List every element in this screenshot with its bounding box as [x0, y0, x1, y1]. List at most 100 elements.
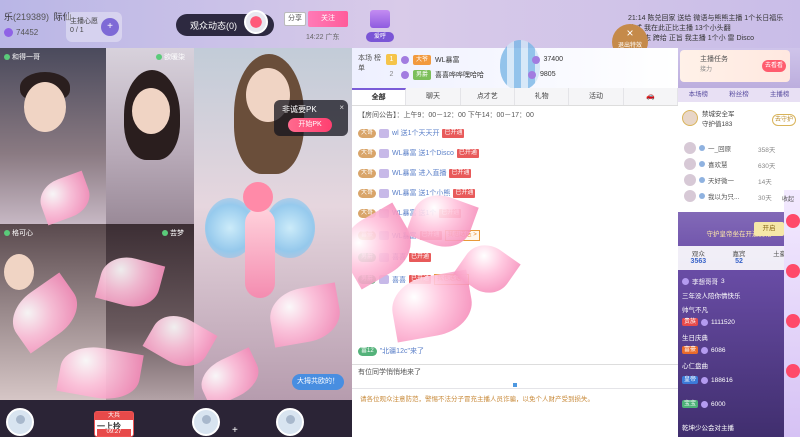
coin-icon [531, 55, 540, 64]
camera-icon [244, 10, 268, 34]
start-pk-button[interactable]: 开始PK [288, 118, 332, 132]
host-task-card[interactable]: 主播任务 接力 去看看 [680, 50, 790, 82]
tab-vehicle[interactable]: 🚗 [624, 88, 678, 105]
mic-icon [4, 54, 10, 60]
room-title: 乐(219389) 际仙 [4, 10, 72, 23]
lily-effect [453, 235, 521, 303]
medal-icon [379, 275, 390, 284]
send-too-link[interactable]: 我也送送 > [434, 274, 470, 285]
face-shape [132, 88, 170, 134]
audience-stats: 观众 3563 嘉宾 52 土豪 [678, 246, 800, 270]
audience-row[interactable]: 帅气不凡 [682, 304, 708, 314]
tab-all[interactable]: 全部 [352, 88, 407, 105]
send-too-link[interactable]: 我也送送 > [444, 230, 480, 241]
start-button[interactable]: 开启 [754, 222, 784, 236]
audience-row[interactable]: 富豪 6086 [682, 346, 725, 354]
fairy-gift-effect [205, 168, 315, 338]
chat-panel: 本场 榜单 1 大爷 WL暴富 37400 2 男爵 喜喜哗哗嘿哈哈 9805 … [352, 40, 678, 437]
resize-handle[interactable] [513, 383, 517, 387]
guardian-row[interactable]: 我以为只... [684, 190, 739, 202]
follow-button[interactable]: 关注 [308, 11, 348, 27]
chat-message: 富豪 WL暴富 已开通 我也送送 > [358, 230, 480, 241]
guard-level-icon [699, 145, 705, 151]
coin-icon [701, 376, 709, 384]
tab-host-rank[interactable]: 主播榜 [770, 88, 790, 102]
chat-messages[interactable]: 【房间公告】：上午9：00－12：00 下午14：00－17：00 大哥 wl 送… [352, 106, 678, 378]
add-wish-button[interactable]: + [101, 18, 119, 36]
avatar [684, 174, 696, 186]
seat-avatar[interactable] [6, 408, 34, 436]
red-packet-icon[interactable] [786, 364, 800, 378]
tab-gifts[interactable]: 礼物 [515, 88, 570, 105]
tab-chat[interactable]: 聊天 [406, 88, 461, 105]
collapse-side-button[interactable]: 收起 [782, 194, 794, 203]
tab-talent[interactable]: 点才艺 [461, 88, 515, 105]
seat-avatar[interactable] [276, 408, 304, 436]
audience-tab[interactable]: 观众 3563 [678, 246, 719, 270]
gift-countdown-card[interactable]: 大兵 一上拎 09:27 [94, 411, 134, 437]
medal-icon [379, 208, 390, 218]
audience-row[interactable]: 生日庆典 [682, 332, 708, 342]
user-icon [401, 70, 409, 79]
guardian-row[interactable]: 天好微一 [684, 174, 734, 186]
guardian-row[interactable]: 一_回原 [684, 142, 731, 154]
audience-row[interactable]: 贵族 1111520 [682, 318, 735, 326]
video-cell-2[interactable]: 欲暖柒 [106, 48, 194, 224]
avatar [684, 190, 696, 202]
audience-row[interactable]: 皇帝 188616 [682, 376, 733, 384]
red-packet-icon[interactable] [786, 214, 800, 228]
audience-row[interactable]: 心仁盘曲 [682, 360, 708, 370]
ranking-row[interactable]: 2 男爵 喜喜哗哗嘿哈哈 9805 [386, 69, 556, 80]
coin-icon [528, 70, 537, 79]
guardian-row[interactable]: 喜欢慧 [684, 158, 728, 170]
guardian-header: 禁城安全军 守护值183 [682, 108, 735, 128]
video-cell-label: 格可心 [4, 228, 33, 238]
avatar [682, 110, 698, 126]
room-announcement: 【房间公告】：上午9：00－12：00 下午14：00－17：00 [358, 112, 534, 119]
tab-fans-rank[interactable]: 粉丝榜 [729, 88, 749, 102]
pk-close-icon[interactable]: × [339, 103, 344, 112]
tab-session-rank[interactable]: 本场榜 [689, 88, 709, 102]
medal-icon [379, 231, 390, 240]
medal-icon [379, 128, 390, 138]
audience-row[interactable]: 宝宝 6000 [682, 400, 725, 408]
hot-value: 74452 [4, 28, 38, 37]
share-button[interactable]: 分享 [284, 12, 306, 26]
gift-box-icon [370, 10, 390, 28]
add-seat-icon[interactable]: + [232, 425, 238, 436]
chat-input-area[interactable]: 请各位观众注意防范，警惕不法分子冒充主播人员诈骗，以免个人财产受到损失。 [352, 388, 678, 437]
host-wish-box[interactable]: 主播心愿 0 / 1 + [66, 12, 122, 42]
tab-events[interactable]: 活动 [569, 88, 624, 105]
user-icon [682, 277, 689, 285]
audience-row[interactable]: 乾坤少公会对主播 [682, 422, 734, 432]
ranking-label: 本场 榜单 [358, 55, 381, 72]
chat-message: 男爵 喜喜 已开通 我也送送 > [358, 274, 470, 285]
audience-row[interactable]: 李想哥哥 3 [682, 276, 725, 286]
guard-level-icon [699, 193, 705, 199]
face-shape [24, 82, 66, 132]
chat-message: 男爵 喜喜 已开通 [358, 252, 432, 262]
guests-tab[interactable]: 嘉宾 52 [719, 246, 760, 270]
red-packet-icon[interactable] [786, 264, 800, 278]
avatar [684, 142, 696, 154]
audience-row[interactable]: 三年没人陪你情快乐 [682, 290, 741, 300]
video-cell-label: 和得一哥 [4, 52, 40, 62]
gift-box-button[interactable]: 爱呼 [366, 10, 394, 42]
audience-dynamics-button[interactable]: 观众动态(0) [176, 10, 274, 36]
room-number: (219389) [13, 12, 50, 22]
mic-icon [156, 54, 162, 60]
mic-icon [162, 230, 168, 236]
ranking-row[interactable]: 1 大爷 WL暴富 37400 [386, 54, 563, 65]
location-time: 14:22 广东 [306, 34, 340, 41]
view-task-button[interactable]: 去看看 [762, 60, 786, 72]
guard-level-icon [699, 161, 705, 167]
red-packet-icon[interactable] [786, 314, 800, 328]
fairy-body [245, 208, 275, 298]
grab-mic-button[interactable]: 大拇共欧的！ [292, 374, 344, 390]
safety-notice: 请各位观众注意防范，警惕不法分子冒充主播人员诈骗，以免个人财产受到损失。 [360, 396, 594, 403]
broadcast-ticker: 21:14 陈兑回家 送给 微语与熊熊主播 1个长日福乐 欧式 我在此正比主播 … [628, 15, 784, 42]
video-cell-label: 欲暖柒 [156, 52, 185, 62]
hot-icon [4, 28, 13, 37]
guard-button[interactable]: 去守护 [772, 114, 796, 126]
seat-avatar[interactable] [192, 408, 220, 436]
